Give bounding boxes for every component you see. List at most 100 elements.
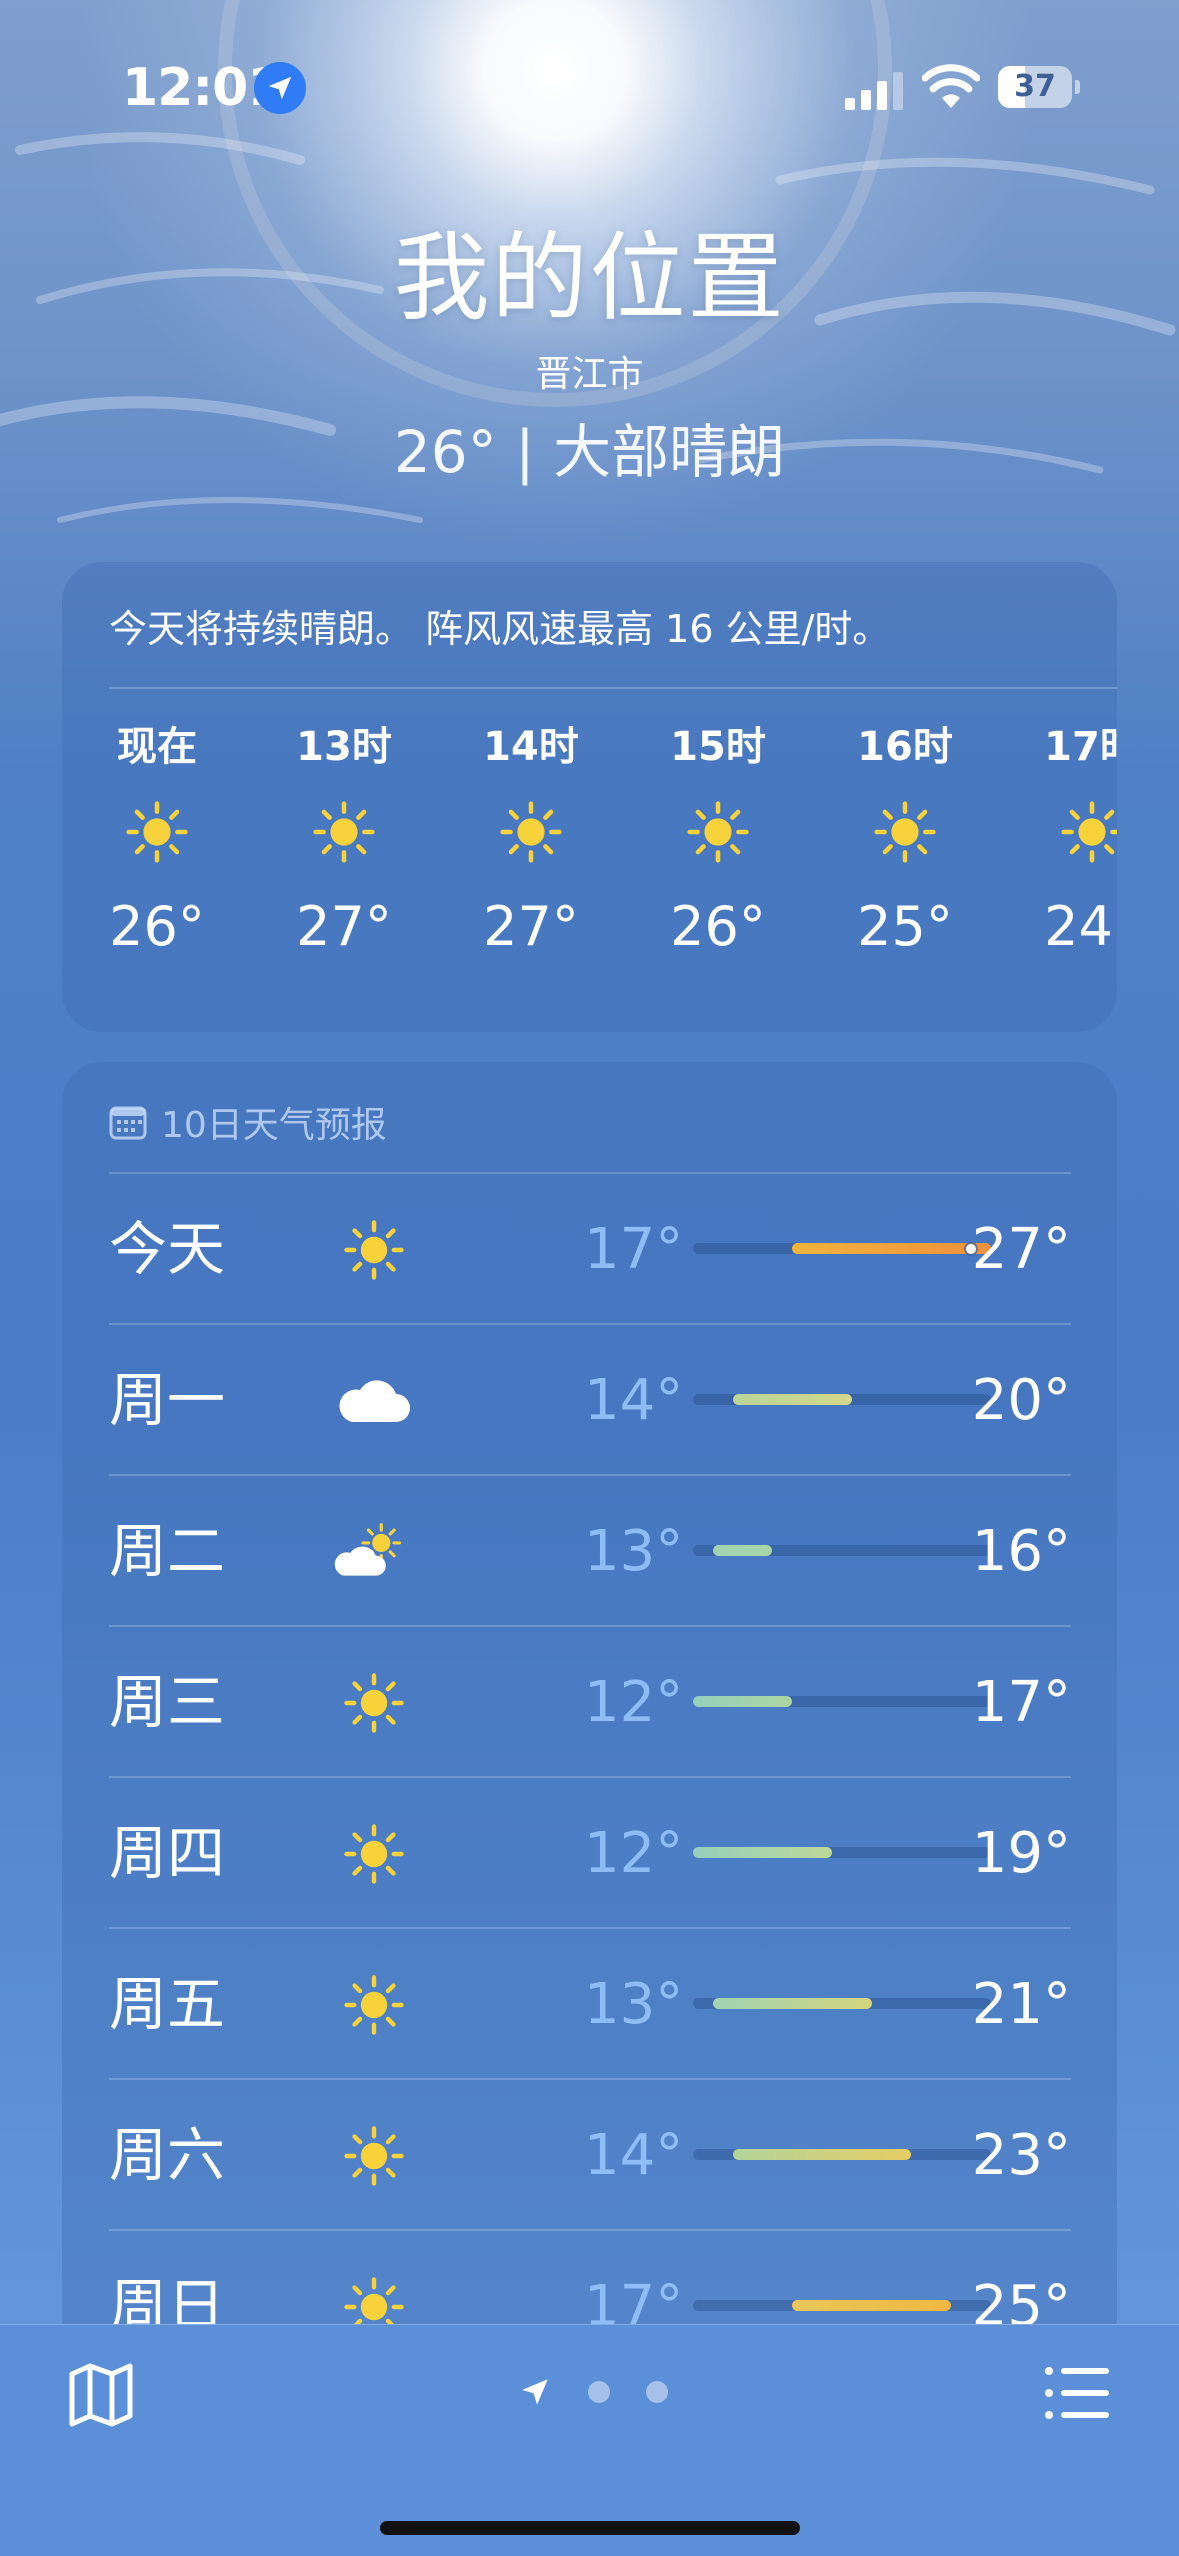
day-name: 周四 (109, 1819, 226, 1887)
home-indicator[interactable] (380, 2521, 800, 2535)
hour-temperature: 24° (1044, 895, 1117, 958)
current-condition: 26° | 大部晴朗 (393, 418, 786, 486)
hour-label: 现在 (117, 724, 197, 770)
hour-temperature: 26° (109, 895, 205, 958)
temperature-range-fill (693, 1847, 833, 1858)
sun-icon (466, 777, 596, 887)
low-temperature: 14° (584, 2123, 684, 2188)
location-title: 我的位置 (393, 222, 786, 334)
day-name: 周三 (109, 1668, 226, 1736)
bottom-toolbar (0, 2324, 1179, 2556)
battery-indicator: 37 (998, 66, 1080, 108)
sun-icon (653, 777, 783, 887)
partly-cloudy-icon (334, 1514, 414, 1589)
sun-icon (334, 1212, 414, 1287)
low-temperature: 17° (584, 1217, 684, 1282)
temperature-range-bar (693, 2149, 991, 2160)
temperature-range-fill (732, 1394, 852, 1405)
day-name: 周五 (109, 1970, 226, 2038)
hour-temperature: 25° (857, 895, 953, 958)
temperature-range-fill (792, 2300, 952, 2311)
temperature-range-bar (693, 1545, 991, 1556)
day-row[interactable]: 周四 12° 19° (109, 1776, 1071, 1927)
ten-day-forecast-card[interactable]: 10日天气预报 今天 17° 27° 周一 14° 20° 周二 13° 16°… (62, 1062, 1117, 2482)
high-temperature: 17° (971, 1670, 1071, 1735)
map-icon[interactable] (66, 2360, 136, 2430)
day-name: 周二 (109, 1517, 226, 1585)
wifi-icon (922, 64, 980, 108)
current-location-icon[interactable] (518, 2375, 552, 2409)
low-temperature: 14° (584, 1368, 684, 1433)
sun-icon (92, 777, 222, 887)
forecast-summary: 今天将持续晴朗。 阵风风速最高 16 公里/时。 (109, 607, 891, 651)
hour-column: 13时 27° (279, 717, 409, 967)
day-row[interactable]: 周二 13° 16° (109, 1474, 1071, 1625)
hour-label: 15时 (670, 724, 766, 770)
temperature-range-bar (693, 1696, 991, 1707)
hour-column: 15时 26° (653, 717, 783, 967)
low-temperature: 12° (584, 1821, 684, 1886)
sun-icon (334, 2118, 414, 2193)
temperature-range-fill (732, 2149, 912, 2160)
day-row[interactable]: 周六 14° 23° (109, 2078, 1071, 2229)
hour-label: 17时 (1044, 724, 1117, 770)
page-dot[interactable] (646, 2381, 668, 2403)
low-temperature: 13° (584, 1972, 684, 2037)
battery-level-text: 37 (1014, 69, 1056, 104)
temperature-range-fill (712, 1545, 773, 1556)
calendar-icon (109, 1106, 147, 1140)
location-list-icon[interactable] (1043, 2363, 1113, 2423)
day-name: 周一 (109, 1366, 226, 1434)
ten-day-heading: 10日天气预报 (109, 1092, 387, 1152)
hour-column: 16时 25° (840, 717, 970, 967)
location-header: 我的位置 晋江市 26° | 大部晴朗 (0, 200, 1179, 489)
ten-day-heading-label: 10日天气预报 (161, 1105, 387, 1146)
hour-label: 16时 (857, 724, 953, 770)
location-active-icon (254, 62, 306, 114)
temperature-range-bar (693, 1998, 991, 2009)
temperature-range-bar (693, 1847, 991, 1858)
high-temperature: 20° (971, 1368, 1071, 1433)
day-row[interactable]: 今天 17° 27° (109, 1172, 1071, 1323)
sun-icon (840, 777, 970, 887)
hourly-forecast-card[interactable]: 今天将持续晴朗。 阵风风速最高 16 公里/时。 现在 26° 13时 27° … (62, 562, 1117, 1032)
temperature-range-fill (792, 1243, 991, 1254)
page-dot[interactable] (588, 2381, 610, 2403)
cloud-icon (334, 1363, 414, 1438)
cellular-signal-icon (845, 72, 903, 110)
hour-label: 13时 (296, 724, 392, 770)
hour-column: 现在 26° (92, 717, 222, 967)
day-row[interactable]: 周五 13° 21° (109, 1927, 1071, 2078)
high-temperature: 16° (971, 1519, 1071, 1584)
hour-column: 17时 24° (1027, 717, 1117, 967)
temperature-range-bar (693, 1243, 991, 1254)
low-temperature: 12° (584, 1670, 684, 1735)
day-name: 周六 (109, 2121, 226, 2189)
high-temperature: 21° (971, 1972, 1071, 2037)
temperature-range-bar (693, 2300, 991, 2311)
hour-column: 14时 27° (466, 717, 596, 967)
day-row[interactable]: 周三 12° 17° (109, 1625, 1071, 1776)
high-temperature: 23° (971, 2123, 1071, 2188)
sun-icon (1027, 777, 1117, 887)
temperature-range-fill (712, 1998, 872, 2009)
sun-icon (279, 777, 409, 887)
page-indicator[interactable] (518, 2375, 668, 2409)
sun-icon (334, 1665, 414, 1740)
city-name: 晋江市 (535, 354, 644, 395)
sun-icon (334, 1967, 414, 2042)
temperature-range-bar (693, 1394, 991, 1405)
status-bar: 12:01 37 (0, 0, 1179, 150)
hour-temperature: 26° (670, 895, 766, 958)
day-row[interactable]: 周一 14° 20° (109, 1323, 1071, 1474)
day-name: 今天 (109, 1215, 226, 1283)
temperature-range-fill (693, 1696, 793, 1707)
sun-icon (334, 1816, 414, 1891)
high-temperature: 27° (971, 1217, 1071, 1282)
low-temperature: 13° (584, 1519, 684, 1584)
divider (109, 687, 1117, 689)
hour-temperature: 27° (483, 895, 579, 958)
hour-label: 14时 (483, 724, 579, 770)
hour-temperature: 27° (296, 895, 392, 958)
high-temperature: 19° (971, 1821, 1071, 1886)
